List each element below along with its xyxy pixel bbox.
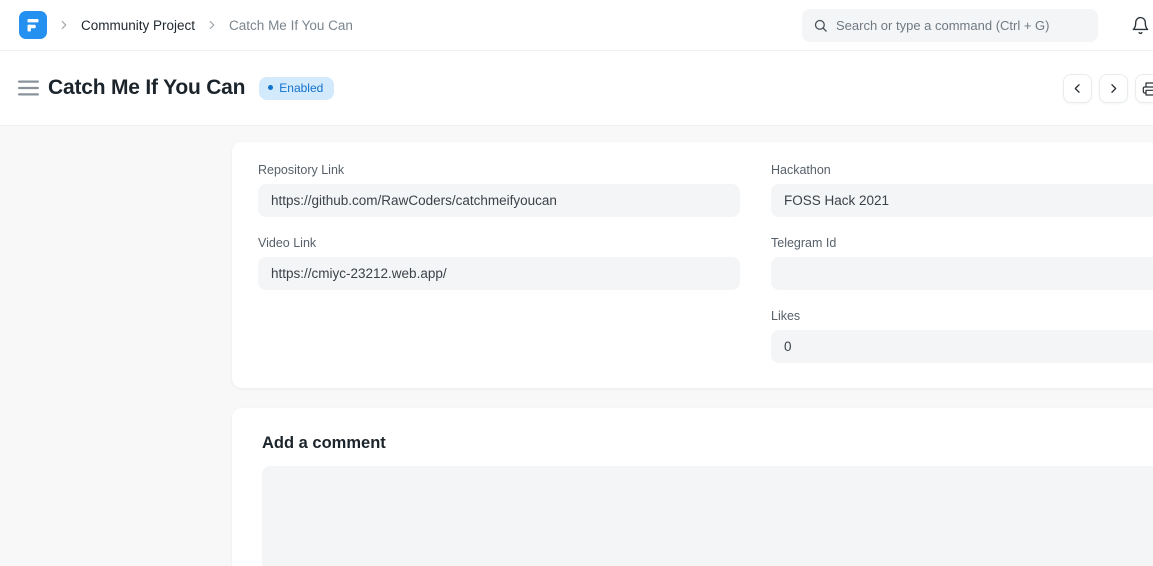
next-document-button[interactable] xyxy=(1099,74,1128,103)
hamburger-menu-icon xyxy=(18,80,39,96)
breadcrumb-chevron-icon xyxy=(205,18,219,32)
comment-section-heading: Add a comment xyxy=(262,434,1153,453)
app-logo[interactable] xyxy=(19,11,47,39)
field-label: Repository Link xyxy=(258,163,740,177)
status-dot-icon xyxy=(268,85,273,90)
field-likes: Likes xyxy=(771,309,1153,363)
form-column-left: Repository Link Video Link xyxy=(258,163,740,382)
field-hackathon: Hackathon xyxy=(771,163,1153,217)
telegram-id-input[interactable] xyxy=(771,257,1153,290)
prev-document-button[interactable] xyxy=(1063,74,1092,103)
form-details-card: Repository Link Video Link Hackathon Tel… xyxy=(232,142,1153,388)
breadcrumb-item-current: Catch Me If You Can xyxy=(229,18,353,33)
navbar-right xyxy=(802,9,1150,42)
breadcrumb: Community Project Catch Me If You Can xyxy=(19,11,353,39)
search-icon xyxy=(813,18,828,33)
chevron-left-icon xyxy=(1070,81,1085,96)
field-label: Telegram Id xyxy=(771,236,1153,250)
video-link-input[interactable] xyxy=(258,257,740,290)
breadcrumb-item-community-project[interactable]: Community Project xyxy=(81,18,195,33)
global-search[interactable] xyxy=(802,9,1098,42)
form-body: Repository Link Video Link Hackathon Tel… xyxy=(0,126,1153,566)
form-column-right: Hackathon Telegram Id Likes xyxy=(771,163,1153,382)
frappe-logo-icon xyxy=(19,11,47,39)
print-button[interactable] xyxy=(1135,74,1153,103)
hackathon-input[interactable] xyxy=(771,184,1153,217)
sidebar-toggle-button[interactable] xyxy=(18,80,39,96)
header-actions xyxy=(1063,74,1153,103)
repository-link-input[interactable] xyxy=(258,184,740,217)
top-navbar: Community Project Catch Me If You Can xyxy=(0,0,1153,51)
page-title: Catch Me If You Can xyxy=(48,76,245,100)
breadcrumb-chevron-icon xyxy=(57,18,71,32)
field-label: Hackathon xyxy=(771,163,1153,177)
field-label: Video Link xyxy=(258,236,740,250)
field-label: Likes xyxy=(771,309,1153,323)
bell-icon xyxy=(1131,16,1150,35)
likes-input[interactable] xyxy=(771,330,1153,363)
field-video-link: Video Link xyxy=(258,236,740,290)
search-input[interactable] xyxy=(836,18,1087,33)
page-header: Catch Me If You Can Enabled xyxy=(0,51,1153,126)
notifications-button[interactable] xyxy=(1131,16,1150,35)
printer-icon xyxy=(1142,81,1153,97)
field-telegram-id: Telegram Id xyxy=(771,236,1153,290)
comment-input[interactable] xyxy=(262,466,1153,566)
status-badge-label: Enabled xyxy=(279,81,323,95)
field-repository-link: Repository Link xyxy=(258,163,740,217)
chevron-right-icon xyxy=(1106,81,1121,96)
status-badge: Enabled xyxy=(259,77,334,100)
comment-card: Add a comment xyxy=(232,408,1153,566)
